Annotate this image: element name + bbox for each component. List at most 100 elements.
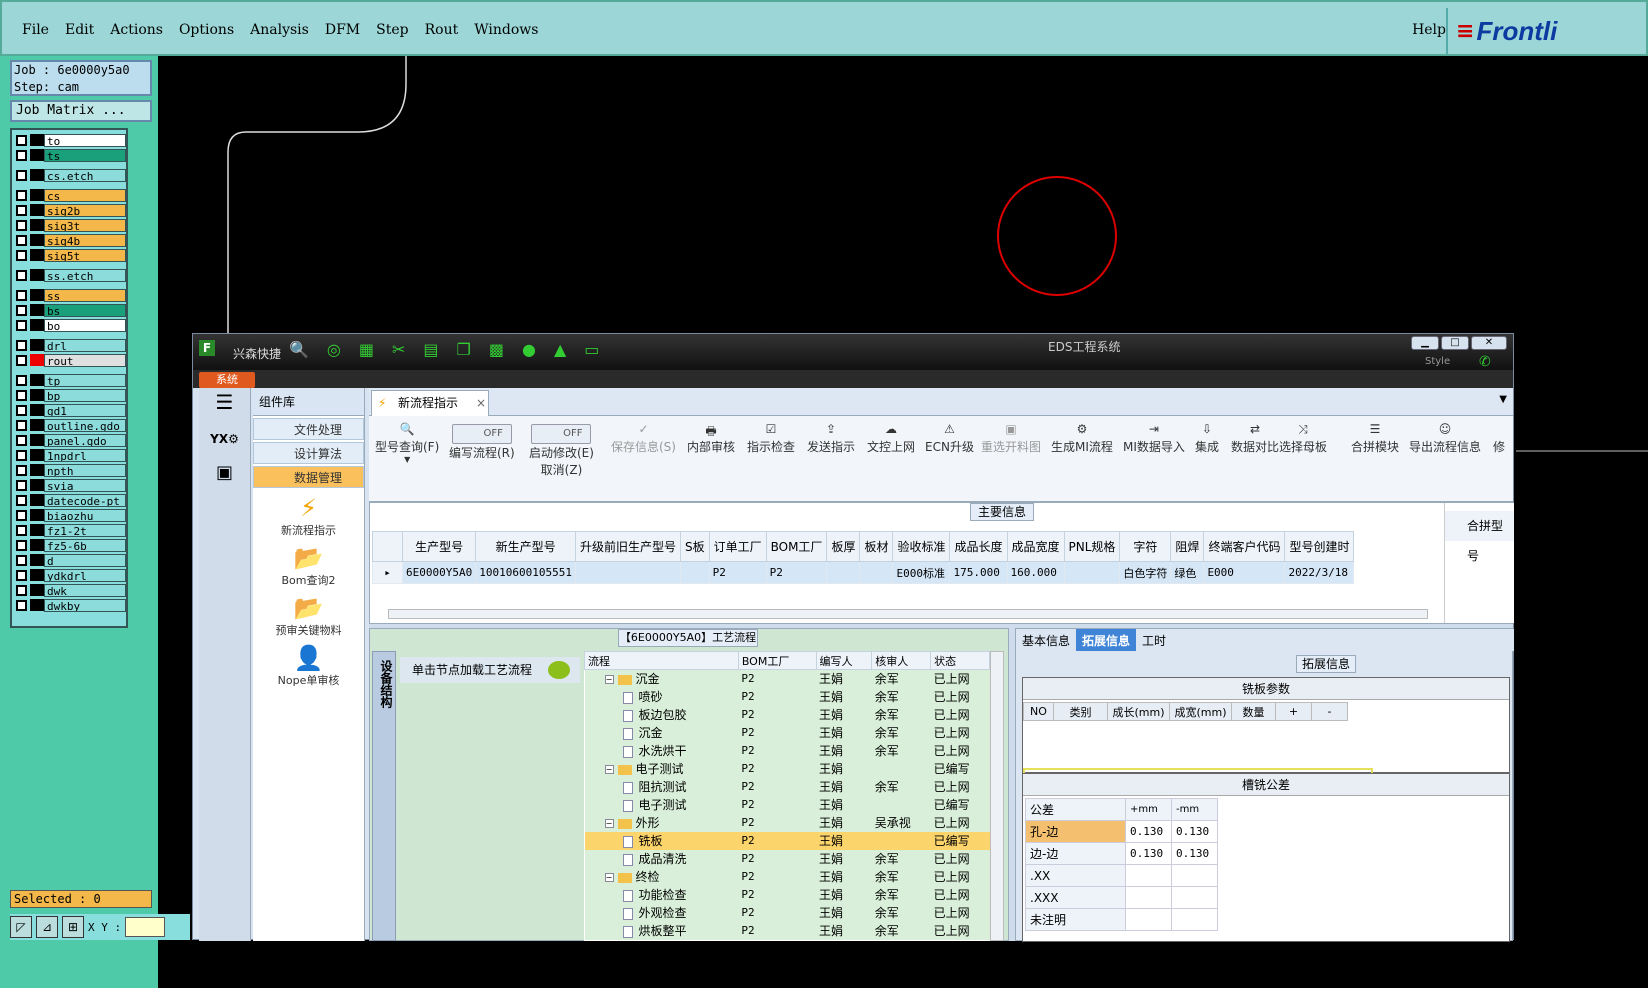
scissors-icon[interactable]: ✂ [392,340,405,359]
layer-checkbox[interactable] [16,389,27,401]
ribbon-button[interactable]: ☺ 导出流程信息 [1409,422,1481,455]
layer-checkbox[interactable] [16,569,27,581]
grid-cell[interactable]: 175.000 [949,561,1008,584]
layer-row[interactable]: ts [14,148,126,162]
tree-row[interactable]: 沉金 P2 王娟 余军 已上网 [584,723,990,742]
layer-row[interactable]: fz1-2t [14,523,126,537]
tree-node[interactable]: − 外形 [584,813,739,832]
tree-node[interactable]: 水洗烘干 [584,741,739,760]
ribbon-button[interactable]: ▣ 重选开料图 [981,422,1041,455]
grid-header[interactable]: 订单工厂 [708,531,767,562]
minimize-button[interactable]: ▁ [1411,336,1439,350]
tol-value[interactable] [1171,908,1218,931]
menu-options[interactable]: Options [179,22,234,38]
layer-checkbox[interactable] [16,354,27,366]
layer-row[interactable]: to [14,133,126,147]
layer-row[interactable]: d [14,553,126,567]
layer-checkbox[interactable] [16,149,27,161]
grid-header[interactable]: 验收标准 [892,531,951,562]
ribbon-button[interactable]: ⇩ 集成 [1195,422,1219,455]
ribbon-button[interactable]: ⚠ ECN升级 [925,422,974,455]
bigbutton[interactable]: 📂 预审关键物料 [253,594,364,638]
yx-icon[interactable]: YX⚙ [199,432,250,446]
tree-node[interactable]: 烘板整平 [584,921,739,940]
grid-header[interactable]: 成品宽度 [1006,531,1065,562]
table-icon[interactable]: ▦ [359,340,374,359]
tree-row[interactable]: 喷砂 P2 王娟 余军 已上网 [584,687,990,706]
tree-row[interactable]: 电子测试 P2 王娟 已编写 [584,795,990,814]
side-vertical-tab[interactable]: 设备结构 [372,651,396,941]
search-icon[interactable]: 🔍 [289,340,309,359]
grid-header[interactable]: 终端客户代码 [1203,531,1286,562]
layer-row[interactable]: cs.etch [14,168,126,182]
layer-row[interactable]: bp [14,388,126,402]
collapse-icon[interactable]: − [604,819,614,828]
layer-checkbox[interactable] [16,249,27,261]
grid-icon[interactable]: ▩ [489,340,504,359]
tree-node[interactable]: 沉金 [584,723,739,742]
menu-step[interactable]: Step [376,22,408,38]
tree-node[interactable]: − 电子测试 [584,759,739,778]
layer-row[interactable]: fz5-6b [14,538,126,552]
tree-row[interactable]: 烘板整平 P2 王娟 余军 已上网 [584,921,990,940]
tab-system[interactable]: 系统 [199,372,255,388]
horizontal-scrollbar[interactable] [388,609,1428,619]
right-tab[interactable]: 基本信息 [1016,629,1076,651]
layer-checkbox[interactable] [16,494,27,506]
bigbutton[interactable]: ⚡ 新流程指示 [253,494,364,538]
settings-icon[interactable]: ◎ [327,340,341,359]
layer-checkbox[interactable] [16,319,27,331]
tol-row[interactable]: 未注明 [1025,908,1218,931]
layer-checkbox[interactable] [16,374,27,386]
layer-checkbox[interactable] [16,219,27,231]
tree-row[interactable]: 阻抗测试 P2 王娟 余军 已上网 [584,777,990,796]
collapse-icon[interactable]: − [604,675,614,685]
grid-cell[interactable]: 160.000 [1006,561,1065,584]
tree-row[interactable]: 水洗烘干 P2 王娟 余军 已上网 [584,741,990,760]
style-label[interactable]: Style [1425,356,1450,367]
layer-checkbox[interactable] [16,449,27,461]
layer-checkbox[interactable] [16,269,27,281]
layer-row[interactable]: outline.gdo [14,418,126,432]
grid-header[interactable]: 型号创建时 [1284,531,1355,562]
bigbutton[interactable]: 📂 Bom查询2 [253,544,364,588]
tol-value[interactable] [1125,908,1172,931]
layer-checkbox[interactable] [16,204,27,216]
user-icon[interactable]: ● [522,340,536,359]
layer-row[interactable]: bs [14,303,126,317]
grid-header[interactable]: 生产型号 [401,531,477,562]
ribbon-button[interactable]: ☁ 文控上网 [867,422,915,455]
layer-row[interactable]: sig4b [14,233,126,247]
collapse-icon[interactable]: − [604,873,614,882]
tol-row[interactable]: 边-边 0.130 0.130 [1025,842,1218,865]
chat-bubble-icon[interactable] [548,661,570,679]
grid-header[interactable]: S板 [679,531,710,562]
layer-row[interactable]: gd1 [14,403,126,417]
tol-row[interactable]: .XX [1025,864,1218,887]
grid-cell[interactable] [574,561,681,584]
menu-analysis[interactable]: Analysis [250,22,309,38]
calculator-icon[interactable]: ▣ [199,462,250,483]
tree-row[interactable]: 成品清洗 P2 王娟 余军 已上网 [584,849,990,868]
layer-checkbox[interactable] [16,189,27,201]
vertical-scrollbar[interactable] [990,651,1004,941]
tree-node[interactable]: 电子测试 [584,795,739,814]
chart-icon[interactable]: ▲ [554,340,566,359]
menu-edit[interactable]: Edit [65,22,94,38]
grid-cell[interactable]: P2 [765,561,828,584]
grid-header[interactable]: 字符 [1119,531,1172,562]
layer-row[interactable]: sig5t [14,248,126,262]
tree-row[interactable]: 铣板 P2 王娟 已编写 [584,831,990,850]
menu-icon[interactable]: ☰ [199,390,250,414]
grid-cell[interactable] [859,561,894,584]
edit-flow-toggle[interactable]: OFF 编写流程(R) [449,424,515,461]
ribbon-button[interactable]: ⇄ 数据对比 [1231,422,1279,455]
ribbon-button[interactable]: 🖶 内部审核 [687,422,735,455]
layer-row[interactable]: 1npdrl [14,448,126,462]
ribbon-button[interactable]: ⇥ MI数据导入 [1123,422,1185,455]
layer-row[interactable]: sig2b [14,203,126,217]
layer-row[interactable]: dwk [14,583,126,597]
monitor-icon[interactable]: ▭ [584,340,599,359]
bigbutton[interactable]: 👤 Nope单审核 [253,644,364,688]
tol-value[interactable] [1125,886,1172,909]
